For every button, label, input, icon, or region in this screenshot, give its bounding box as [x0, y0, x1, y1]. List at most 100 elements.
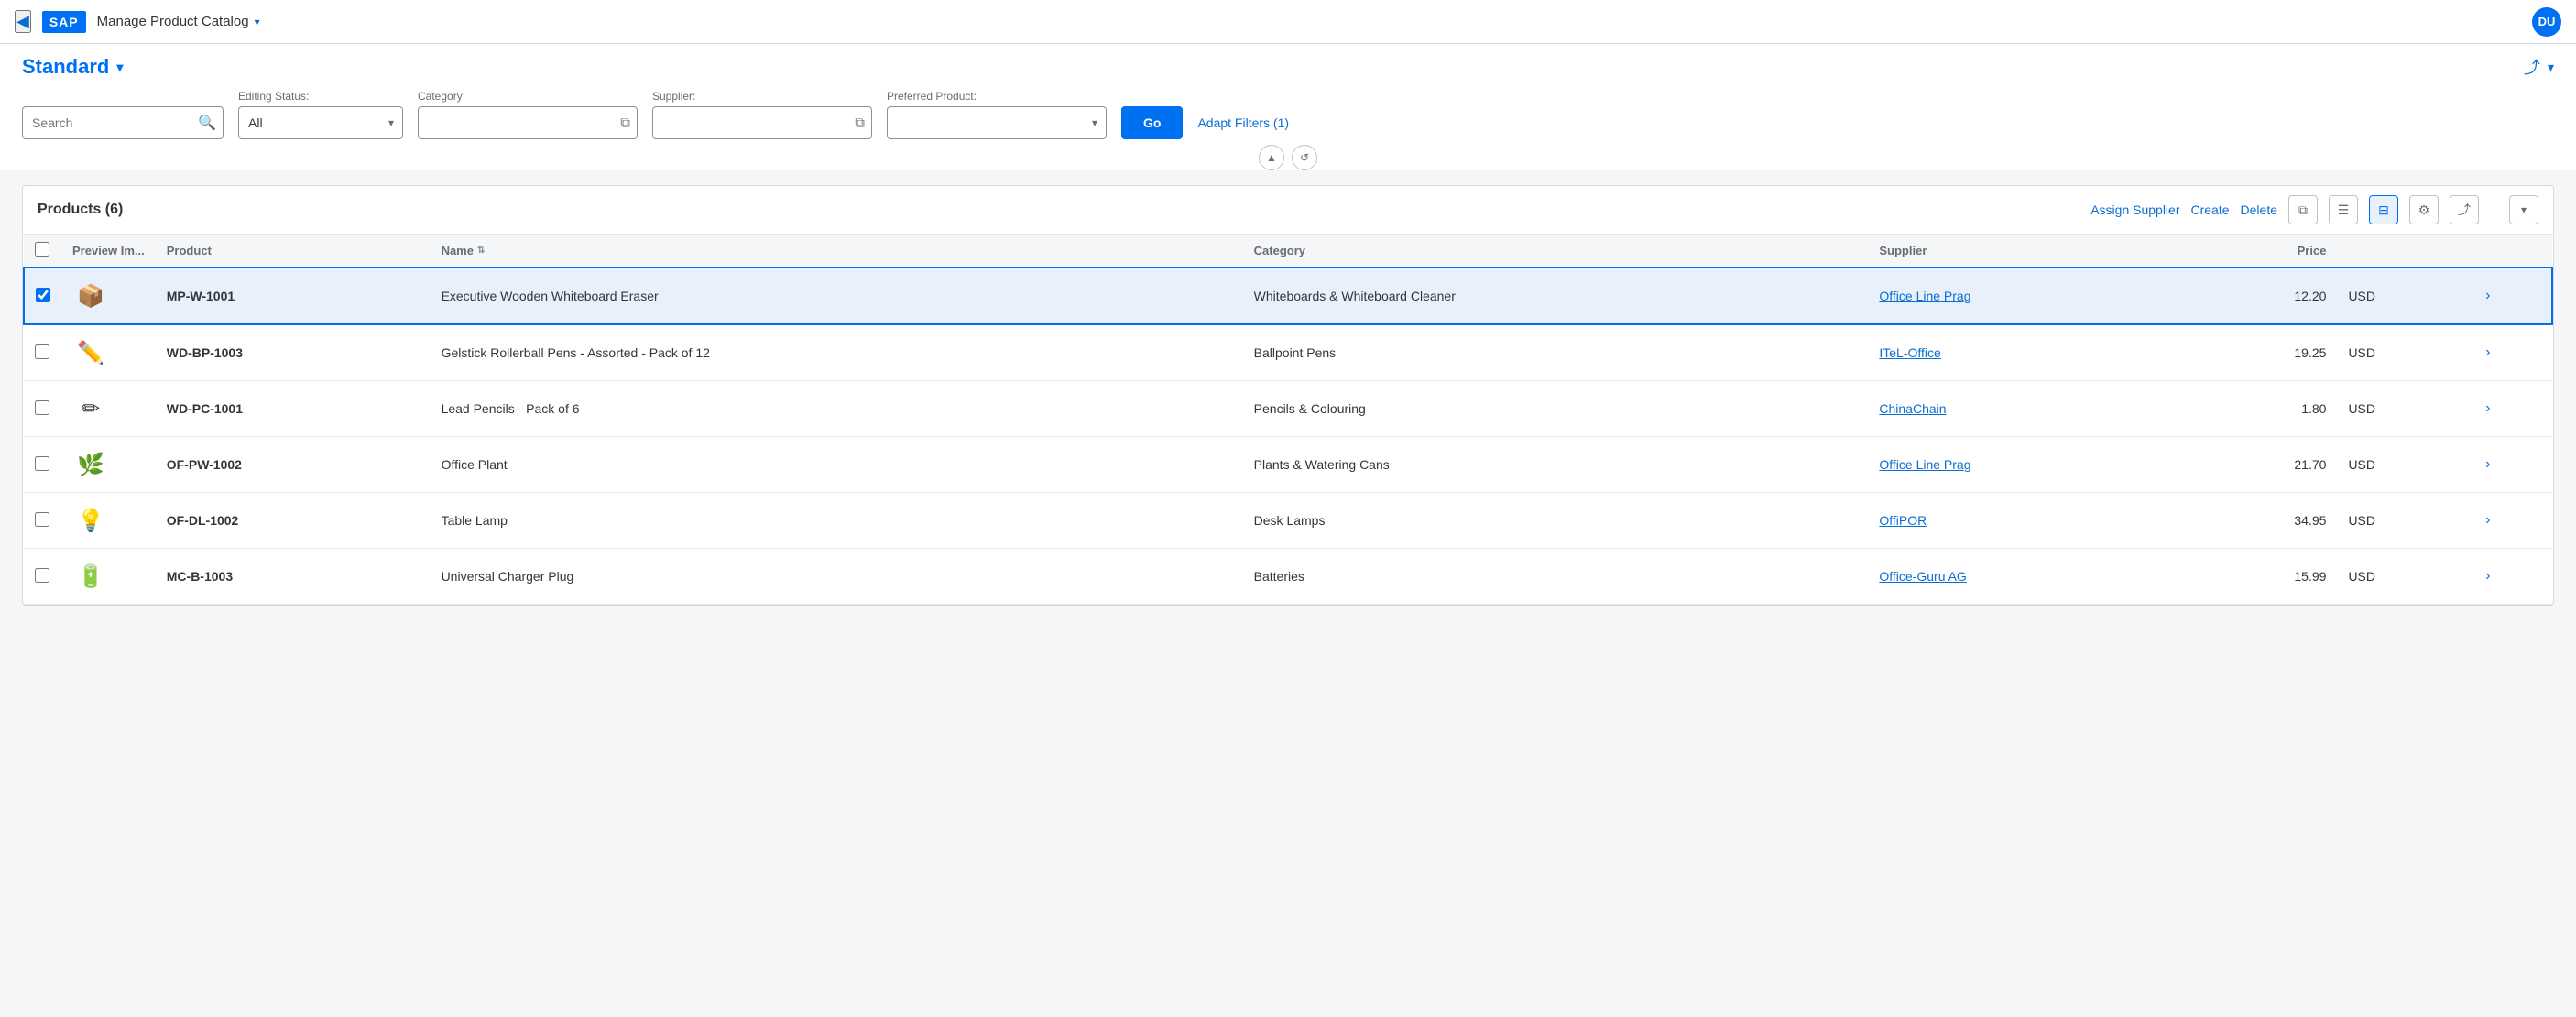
filter-row: 🔍 Editing Status: All ▾ Category: ⧉ Supp… — [22, 90, 2554, 139]
row-checkbox[interactable] — [35, 568, 49, 583]
table-row: 💡OF-DL-1002Table LampDesk LampsOffiPOR34… — [24, 493, 2552, 549]
row-checkbox-cell — [24, 324, 61, 381]
supplier-label: Supplier: — [652, 90, 872, 103]
product-image: ✏ — [72, 390, 109, 427]
supplier-copy-icon[interactable]: ⧉ — [855, 115, 865, 131]
category-cell: Pencils & Colouring — [1243, 381, 1869, 437]
preferred-product-group: Preferred Product: ▾ — [887, 90, 1107, 139]
grid-view-button[interactable]: ⊟ — [2369, 195, 2398, 224]
supplier-group: Supplier: ⧉ — [652, 90, 872, 139]
list-view-button[interactable]: ☰ — [2329, 195, 2358, 224]
sap-logo-box: SAP — [42, 11, 86, 33]
row-checkbox[interactable] — [35, 344, 49, 359]
supplier-link[interactable]: OffiPOR — [1879, 513, 1927, 528]
supplier-col-header: Supplier — [1868, 235, 2186, 268]
category-group: Category: ⧉ — [418, 90, 638, 139]
nav-arrow-cell: › — [2474, 437, 2552, 493]
price-cell: 21.70 — [2186, 437, 2337, 493]
sap-logo: SAP — [42, 11, 86, 33]
assign-supplier-button[interactable]: Assign Supplier — [2090, 202, 2179, 217]
product-id: OF-DL-1002 — [167, 513, 239, 528]
filter-bar: 🔍 Editing Status: All ▾ Category: ⧉ Supp… — [0, 79, 2576, 170]
row-checkbox-cell — [24, 549, 61, 605]
page-title-chevron[interactable]: ▾ — [116, 60, 123, 75]
preview-cell: 🔋 — [61, 549, 156, 605]
category-input[interactable] — [418, 106, 638, 139]
product-name-cell: Office Plant — [431, 437, 1243, 493]
nav-title: Manage Product Catalog ▾ — [97, 14, 260, 29]
back-button[interactable]: ◀ — [15, 10, 31, 33]
nav-arrow[interactable]: › — [2485, 400, 2490, 416]
nav-arrow[interactable]: › — [2485, 344, 2490, 360]
row-checkbox[interactable] — [35, 400, 49, 415]
user-avatar[interactable]: DU — [2532, 7, 2561, 37]
collapse-button[interactable]: ▲ — [1259, 145, 1284, 170]
name-col-header: Name ⇅ — [431, 235, 1243, 268]
export-dropdown-chevron[interactable]: ▾ — [2548, 60, 2554, 75]
copy-rows-button[interactable]: ⧉ — [2288, 195, 2318, 224]
page-header: Standard ▾ ⤴ ▾ — [0, 44, 2576, 79]
supplier-link[interactable]: ChinaChain — [1879, 401, 1946, 416]
nav-title-chevron[interactable]: ▾ — [255, 16, 260, 28]
product-id: WD-PC-1001 — [167, 401, 243, 416]
nav-arrow-cell: › — [2474, 381, 2552, 437]
nav-arrow-cell: › — [2474, 268, 2552, 324]
products-header: Products (6) Assign Supplier Create Dele… — [23, 186, 2553, 235]
nav-arrow[interactable]: › — [2485, 568, 2490, 584]
select-all-checkbox[interactable] — [35, 242, 49, 257]
products-actions: Assign Supplier Create Delete ⧉ ☰ ⊟ ⚙ ⤴ … — [2090, 195, 2538, 224]
price-cell: 1.80 — [2186, 381, 2337, 437]
search-icon-button[interactable]: 🔍 — [198, 114, 216, 132]
name-sort-icon[interactable]: ⇅ — [477, 246, 485, 256]
app-title: Manage Product Catalog — [97, 14, 249, 29]
table-row: 🌿OF-PW-1002Office PlantPlants & Watering… — [24, 437, 2552, 493]
supplier-link[interactable]: Office Line Prag — [1879, 457, 1970, 472]
settings-button[interactable]: ⚙ — [2409, 195, 2439, 224]
category-copy-icon[interactable]: ⧉ — [620, 115, 630, 131]
product-id: MP-W-1001 — [167, 289, 235, 303]
nav-arrow[interactable]: › — [2485, 456, 2490, 472]
supplier-link[interactable]: ITeL-Office — [1879, 345, 1940, 360]
top-navbar: ◀ SAP Manage Product Catalog ▾ DU — [0, 0, 2576, 44]
row-checkbox-cell — [24, 268, 61, 324]
adapt-filters-button[interactable]: Adapt Filters (1) — [1197, 106, 1289, 139]
editing-status-select[interactable]: All — [238, 106, 403, 139]
supplier-input[interactable] — [652, 106, 872, 139]
product-id-cell: OF-PW-1002 — [156, 437, 431, 493]
category-cell: Desk Lamps — [1243, 493, 1869, 549]
export-icon[interactable]: ⤴ — [2524, 55, 2540, 79]
supplier-link[interactable]: Office Line Prag — [1879, 289, 1970, 303]
supplier-link[interactable]: Office-Guru AG — [1879, 569, 1966, 584]
nav-arrow[interactable]: › — [2485, 288, 2490, 303]
product-id-cell: MP-W-1001 — [156, 268, 431, 324]
product-name-cell: Gelstick Rollerball Pens - Assorted - Pa… — [431, 324, 1243, 381]
toolbar-more-button[interactable]: ▾ — [2509, 195, 2538, 224]
nav-arrow-cell: › — [2474, 493, 2552, 549]
price-cell: 19.25 — [2186, 324, 2337, 381]
search-input[interactable] — [22, 106, 224, 139]
table-header: Preview Im... Product Name ⇅ Category — [24, 235, 2552, 268]
go-button[interactable]: Go — [1121, 106, 1183, 139]
preferred-product-select[interactable] — [887, 106, 1107, 139]
filter-collapse-row: ▲ ↺ — [22, 139, 2554, 170]
row-checkbox[interactable] — [36, 288, 50, 302]
products-title: Products (6) — [38, 202, 2090, 218]
row-checkbox-cell — [24, 381, 61, 437]
table-row: ✏WD-PC-1001Lead Pencils - Pack of 6Penci… — [24, 381, 2552, 437]
create-button[interactable]: Create — [2191, 202, 2230, 217]
header-row: Preview Im... Product Name ⇅ Category — [24, 235, 2552, 268]
row-checkbox[interactable] — [35, 512, 49, 527]
nav-col-header — [2474, 235, 2552, 268]
currency-cell: USD — [2337, 381, 2474, 437]
delete-button[interactable]: Delete — [2241, 202, 2277, 217]
preview-cell: ✏ — [61, 381, 156, 437]
nav-arrow[interactable]: › — [2485, 512, 2490, 528]
refresh-button[interactable]: ↺ — [1292, 145, 1317, 170]
row-checkbox[interactable] — [35, 456, 49, 471]
preview-cell: 📦 — [61, 268, 156, 324]
product-id: OF-PW-1002 — [167, 457, 242, 472]
nav-arrow-cell: › — [2474, 324, 2552, 381]
supplier-cell: ITeL-Office — [1868, 324, 2186, 381]
product-image: 🌿 — [72, 446, 109, 483]
export-table-button[interactable]: ⤴ — [2450, 195, 2479, 224]
